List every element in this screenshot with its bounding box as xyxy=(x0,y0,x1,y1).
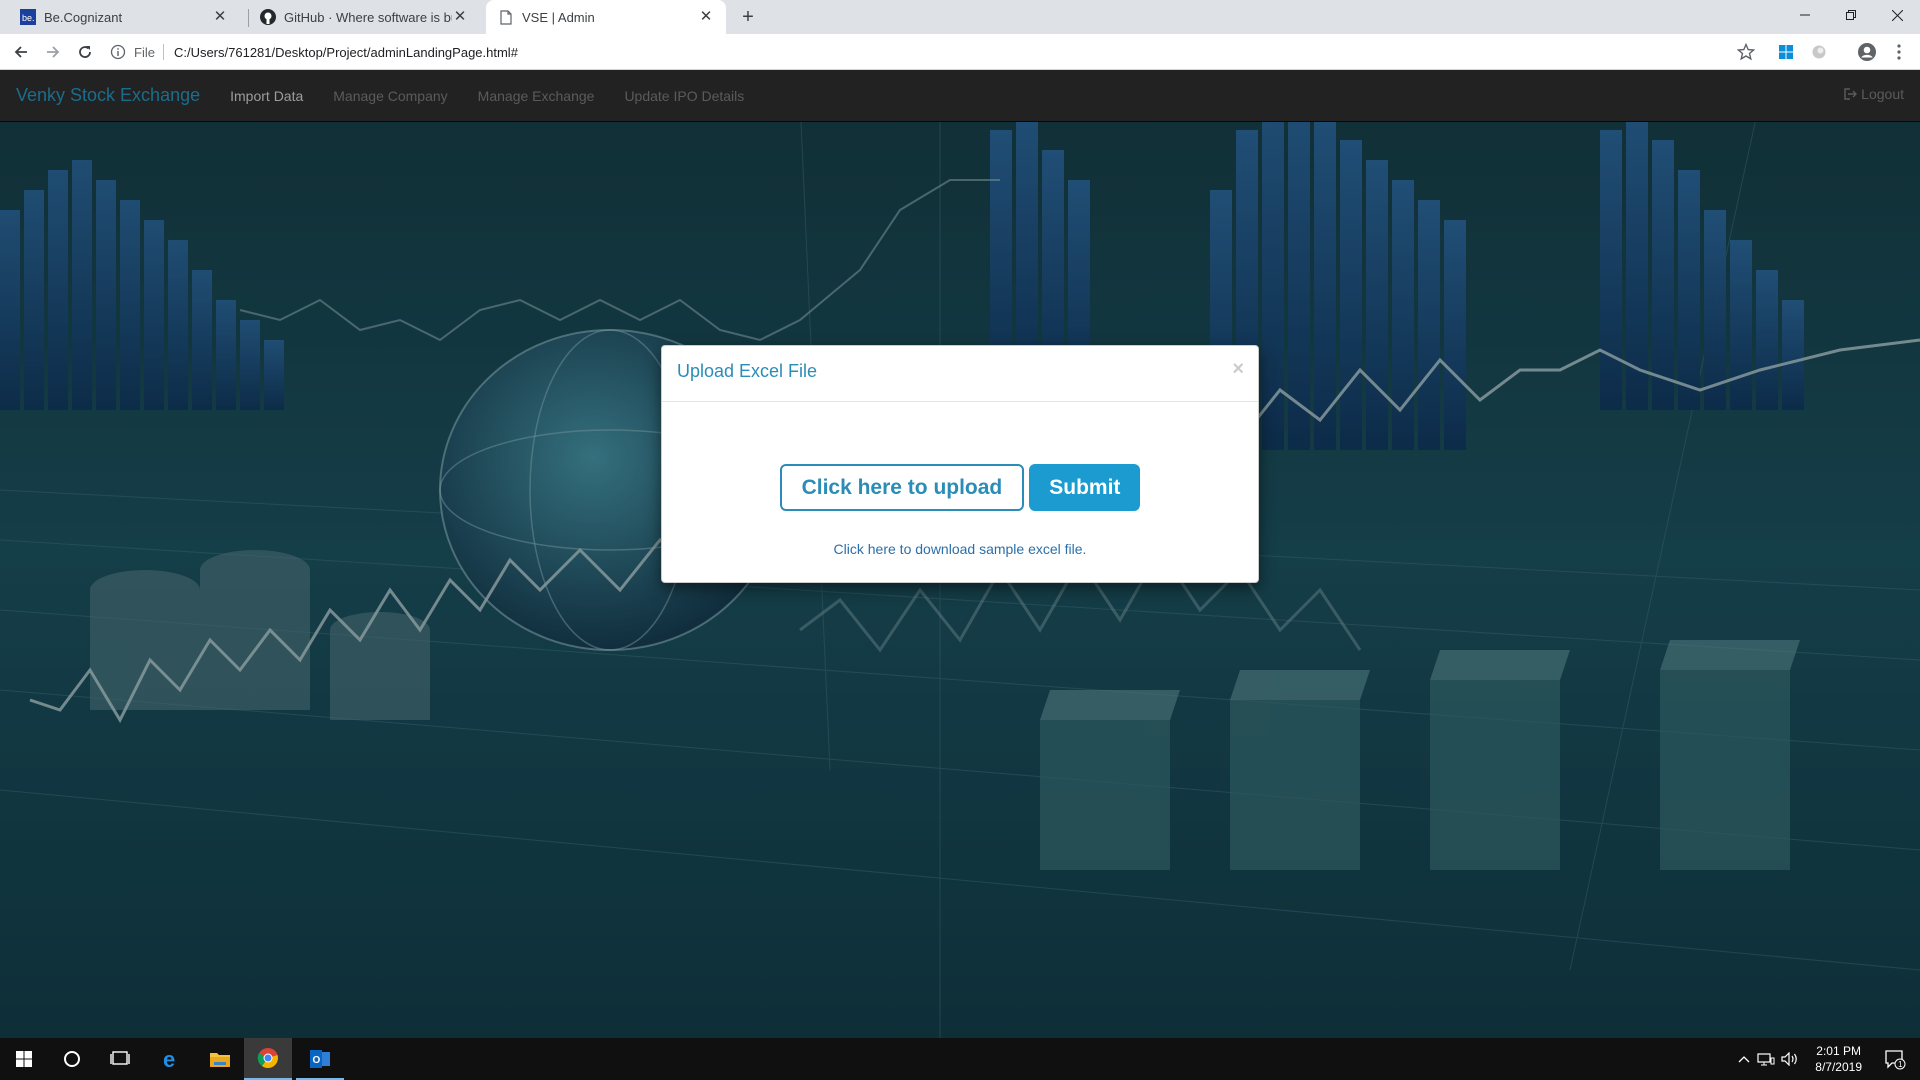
close-tab-icon[interactable]: ✕ xyxy=(452,9,468,25)
windows-extension-icon[interactable] xyxy=(1775,41,1797,63)
url-divider xyxy=(162,44,164,60)
notification-count: 1 xyxy=(1898,1060,1903,1069)
svg-text:O: O xyxy=(313,1055,321,1066)
menu-kebab-icon[interactable] xyxy=(1888,41,1910,63)
tab-be-cognizant[interactable]: be. Be.Cognizant ✕ xyxy=(8,0,240,34)
modal-title: Upload Excel File xyxy=(677,361,818,381)
cortana-search-icon[interactable] xyxy=(48,1038,96,1080)
clock-time: 2:01 PM xyxy=(1816,1044,1861,1058)
be-cognizant-icon: be. xyxy=(20,9,36,25)
close-icon[interactable]: × xyxy=(1232,359,1244,379)
upload-file-button[interactable]: Click here to upload xyxy=(779,464,1025,511)
logout-link[interactable]: Logout xyxy=(1844,86,1904,102)
info-icon[interactable] xyxy=(110,44,126,60)
modal-body: Click here to upload Submit Click here t… xyxy=(662,402,1258,572)
upload-excel-modal: Upload Excel File × Click here to upload… xyxy=(661,345,1259,583)
action-center-icon[interactable]: 1 xyxy=(1884,1048,1906,1070)
nav-import-data[interactable]: Import Data xyxy=(230,88,303,104)
bookmark-star-icon[interactable] xyxy=(1735,41,1757,63)
tab-title: Be.Cognizant xyxy=(44,9,123,25)
tab-title: GitHub · Where software is built xyxy=(284,9,452,25)
close-tab-icon[interactable]: ✕ xyxy=(212,9,228,25)
nav-manage-company[interactable]: Manage Company xyxy=(333,88,447,104)
close-tab-icon[interactable]: ✕ xyxy=(698,9,714,25)
windows-start-icon[interactable] xyxy=(0,1038,48,1080)
nav-manage-exchange[interactable]: Manage Exchange xyxy=(478,88,595,104)
brand-link[interactable]: Venky Stock Exchange xyxy=(16,85,200,106)
tab-title: VSE | Admin xyxy=(522,9,595,25)
profile-icon[interactable] xyxy=(1856,41,1878,63)
omnibox[interactable]: File C:/Users/761281/Desktop/Project/adm… xyxy=(110,37,1765,67)
browser-toolbar: File C:/Users/761281/Desktop/Project/adm… xyxy=(0,34,1920,70)
tab-strip: be. Be.Cognizant ✕ GitHub · Where softwa… xyxy=(0,0,1920,34)
tab-vse-admin[interactable]: VSE | Admin ✕ xyxy=(486,0,726,34)
forward-icon[interactable] xyxy=(41,40,65,64)
taskbar-clock[interactable]: 2:01 PM 8/7/2019 xyxy=(1815,1043,1862,1075)
back-icon[interactable] xyxy=(9,40,33,64)
download-sample-link[interactable]: Click here to download sample excel file… xyxy=(677,541,1243,557)
url-scheme: File xyxy=(134,44,155,60)
page-icon xyxy=(498,9,514,25)
minimize-icon[interactable] xyxy=(1782,0,1828,30)
modal-header: Upload Excel File × xyxy=(662,346,1258,402)
page-viewport: Venky Stock Exchange Import Data Manage … xyxy=(0,70,1920,1038)
close-window-icon[interactable] xyxy=(1874,0,1920,30)
logout-icon xyxy=(1844,88,1858,100)
volume-icon[interactable] xyxy=(1778,1052,1802,1066)
edge-browser-icon[interactable]: e xyxy=(148,1038,196,1080)
svg-text:e: e xyxy=(163,1048,175,1070)
chrome-taskbar-icon[interactable] xyxy=(244,1038,292,1080)
system-tray xyxy=(1734,1038,1802,1080)
restore-icon[interactable] xyxy=(1828,0,1874,30)
logout-label: Logout xyxy=(1861,86,1904,102)
submit-button[interactable]: Submit xyxy=(1029,464,1141,511)
new-tab-icon[interactable]: + xyxy=(736,6,760,30)
button-row: Click here to upload Submit xyxy=(677,464,1243,511)
github-icon xyxy=(260,9,276,25)
extension-circle-icon[interactable] xyxy=(1808,41,1830,63)
tray-chevron-up-icon[interactable] xyxy=(1734,1055,1754,1063)
task-view-icon[interactable] xyxy=(96,1038,144,1080)
file-explorer-icon[interactable] xyxy=(196,1038,244,1080)
nav-update-ipo-details[interactable]: Update IPO Details xyxy=(624,88,744,104)
top-navbar: Venky Stock Exchange Import Data Manage … xyxy=(0,70,1920,122)
network-icon[interactable] xyxy=(1754,1052,1778,1066)
svg-text:be.: be. xyxy=(22,13,35,23)
outlook-icon[interactable]: O xyxy=(296,1038,344,1080)
windows-taskbar: e O 2:01 PM 8/7/2019 1 xyxy=(0,1038,1920,1080)
tab-github[interactable]: GitHub · Where software is built ✕ xyxy=(248,0,480,34)
url-text[interactable]: C:/Users/761281/Desktop/Project/adminLan… xyxy=(174,45,518,60)
reload-icon[interactable] xyxy=(73,40,97,64)
clock-date: 8/7/2019 xyxy=(1815,1060,1862,1074)
